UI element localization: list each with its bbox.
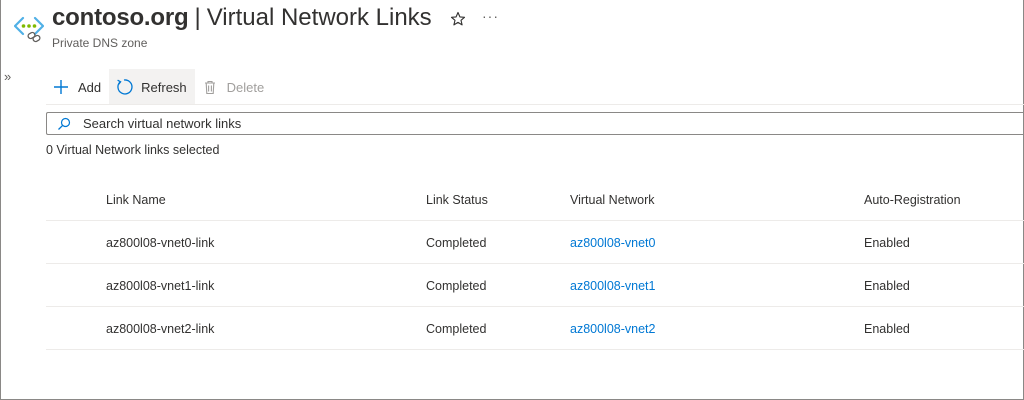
table-row[interactable]: az800l08-vnet2-link Completed az800l08-v…	[46, 307, 1024, 350]
resource-type: Private DNS zone	[52, 36, 148, 50]
virtual-network-link[interactable]: az800l08-vnet1	[570, 264, 655, 307]
more-icon[interactable]: ···	[482, 8, 499, 24]
add-icon	[52, 78, 70, 96]
toolbar-divider	[46, 104, 1024, 105]
link-name-cell: az800l08-vnet1-link	[106, 278, 215, 293]
virtual-network-link[interactable]: az800l08-vnet0	[570, 221, 655, 264]
table-row[interactable]: az800l08-vnet1-link Completed az800l08-v…	[46, 264, 1024, 307]
column-header-link-name[interactable]: Link Name	[106, 178, 166, 221]
table-row[interactable]: az800l08-vnet0-link Completed az800l08-v…	[46, 221, 1024, 264]
column-header-auto-registration[interactable]: Auto-Registration	[864, 178, 961, 221]
delete-label: Delete	[226, 79, 265, 95]
vnet-links-table: Link Name Link Status Virtual Network Au…	[46, 178, 1024, 350]
page-header: contoso.org | Virtual Network Links ··· …	[0, 0, 1024, 60]
search-icon	[58, 117, 71, 130]
resource-name: contoso.org	[52, 4, 189, 31]
column-header-virtual-network[interactable]: Virtual Network	[570, 178, 655, 221]
selection-count: 0 Virtual Network links selected	[46, 143, 220, 157]
column-header-link-status[interactable]: Link Status	[426, 178, 488, 221]
refresh-button[interactable]: Refresh	[109, 69, 195, 105]
delete-button[interactable]: Delete	[195, 69, 273, 105]
auto-registration-cell: Enabled	[864, 321, 910, 336]
star-icon[interactable]	[450, 11, 466, 27]
search-box	[46, 112, 1024, 135]
title-separator: |	[194, 4, 201, 31]
auto-registration-cell: Enabled	[864, 235, 910, 250]
private-dns-zone-icon	[14, 16, 44, 43]
link-status-cell: Completed	[426, 278, 487, 293]
search-input[interactable]	[83, 116, 1024, 131]
refresh-icon	[115, 78, 133, 96]
link-name-cell: az800l08-vnet2-link	[106, 321, 215, 336]
link-status-cell: Completed	[426, 235, 487, 250]
add-label: Add	[78, 79, 102, 95]
link-status-cell: Completed	[426, 321, 487, 336]
virtual-network-link[interactable]: az800l08-vnet2	[570, 307, 655, 350]
expand-icon[interactable]: »	[4, 69, 11, 84]
link-name-cell: az800l08-vnet0-link	[106, 235, 215, 250]
blade-name: Virtual Network Links	[206, 4, 432, 31]
refresh-label: Refresh	[141, 79, 187, 95]
page-title: contoso.org | Virtual Network Links	[52, 4, 432, 32]
delete-icon	[201, 78, 219, 96]
table-header: Link Name Link Status Virtual Network Au…	[46, 178, 1024, 221]
add-button[interactable]: Add	[46, 69, 109, 105]
command-bar: Add Refresh Delete	[46, 69, 272, 105]
auto-registration-cell: Enabled	[864, 278, 910, 293]
